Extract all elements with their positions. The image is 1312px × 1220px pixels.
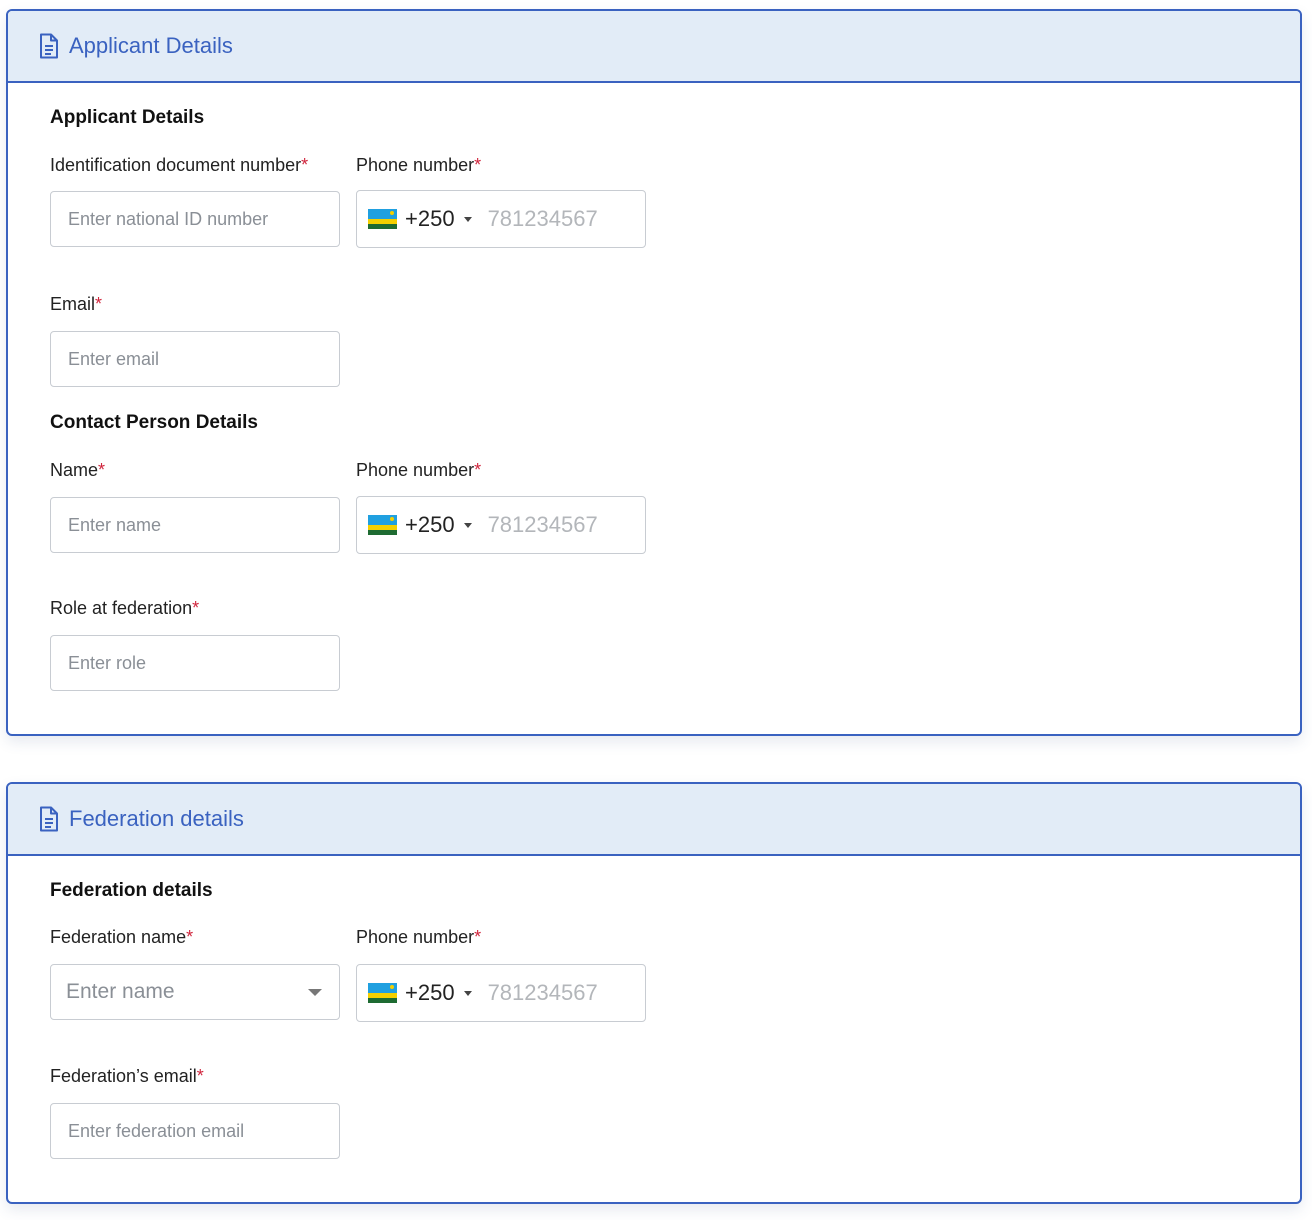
role-input[interactable] [50,635,340,691]
section-title-applicant: Applicant Details [50,107,205,128]
required-marker: * [98,460,106,480]
required-marker: * [196,1066,204,1086]
applicant-phone-input[interactable] [487,206,628,232]
section-title-contact: Contact Person Details [50,412,258,433]
email-input[interactable] [50,331,340,387]
federation-details-card: Federation details Federation details Fe… [6,782,1302,1204]
required-marker: * [95,294,103,314]
required-marker: * [186,927,194,947]
caret-down-icon [308,988,322,996]
required-marker: * [301,155,309,175]
dial-code: +250 [405,206,455,231]
caret-down-icon [463,522,472,528]
required-marker: * [192,598,200,618]
federation-card-header: Federation details [8,784,1300,856]
card-title: Federation details [69,806,244,831]
caret-down-icon [463,990,472,996]
required-marker: * [474,155,482,175]
role-label: Role at federation* [50,598,200,618]
contact-name-label: Name* [50,460,106,480]
federation-name-label: Federation name* [50,927,194,947]
rwanda-flag-icon [368,983,397,1003]
rwanda-flag-icon [368,515,397,535]
contact-phone-field: +250 [356,496,646,554]
required-marker: * [474,927,482,947]
applicant-phone-field: +250 [356,190,646,248]
document-icon [38,33,60,59]
select-placeholder: Enter name [66,980,175,1003]
country-code-selector[interactable]: +250 [368,206,488,232]
required-marker: * [474,460,482,480]
country-code-selector[interactable]: +250 [368,512,488,538]
federation-phone-field: +250 [356,964,646,1022]
federation-name-select[interactable]: Enter name [50,964,340,1020]
id-number-input[interactable] [50,191,340,247]
federation-email-input[interactable] [50,1103,340,1159]
contact-phone-input[interactable] [487,512,628,538]
id-number-label: Identification document number* [50,155,309,175]
phone-label: Phone number* [356,155,482,175]
card-title: Applicant Details [69,33,233,58]
applicant-details-card: Applicant Details Applicant Details Iden… [6,9,1302,736]
dial-code: +250 [405,980,455,1005]
applicant-card-header: Applicant Details [8,11,1300,83]
rwanda-flag-icon [368,209,397,229]
federation-email-label: Federation’s email* [50,1066,204,1086]
email-label: Email* [50,294,103,314]
dial-code: +250 [405,512,455,537]
section-title-federation: Federation details [50,880,213,901]
contact-phone-label: Phone number* [356,460,482,480]
document-icon [38,806,60,832]
federation-phone-label: Phone number* [356,927,482,947]
federation-phone-input[interactable] [487,980,628,1006]
country-code-selector[interactable]: +250 [368,980,488,1006]
caret-down-icon [463,216,472,222]
contact-name-input[interactable] [50,497,340,553]
